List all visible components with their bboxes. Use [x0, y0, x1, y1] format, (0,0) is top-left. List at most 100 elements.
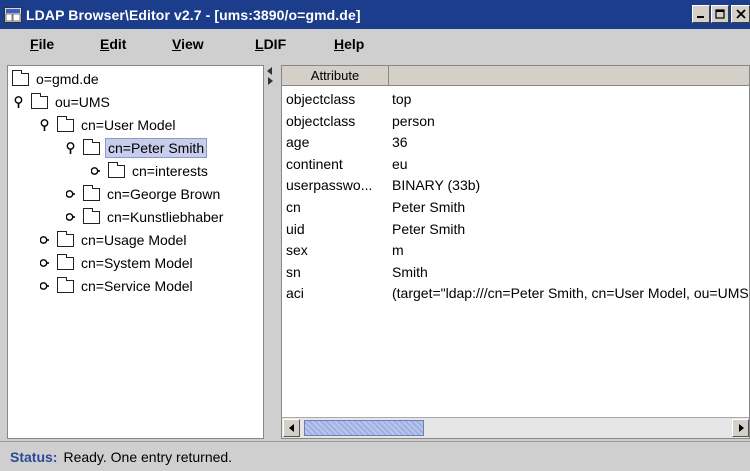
- folder-icon: [31, 92, 48, 109]
- scroll-left-button[interactable]: [283, 419, 300, 437]
- panel-splitter[interactable]: [264, 65, 275, 439]
- handle-collapsed-icon[interactable]: [66, 188, 75, 200]
- tree-node-label: cn=System Model: [81, 255, 193, 271]
- status-text: Ready. One entry returned.: [63, 448, 233, 465]
- attribute-value-cell[interactable]: eu: [392, 156, 408, 172]
- table-row[interactable]: sn Smith: [282, 261, 749, 283]
- maximize-button[interactable]: [711, 5, 729, 23]
- window-title: LDAP Browser\Editor v2.7 - [ums:3890/o=g…: [26, 6, 361, 23]
- folder-icon: [83, 138, 100, 155]
- handle-collapsed-icon[interactable]: [40, 257, 49, 269]
- horizontal-scrollbar[interactable]: [282, 417, 749, 438]
- tree-node-label: o=gmd.de: [36, 71, 99, 87]
- attribute-value-cell[interactable]: Smith: [392, 264, 428, 280]
- scroll-thumb[interactable]: [304, 420, 424, 436]
- handle-collapsed-icon[interactable]: [40, 280, 49, 292]
- tree-node-label: ou=UMS: [55, 94, 110, 110]
- tree-node-label: cn=Peter Smith: [105, 138, 208, 158]
- attribute-value-cell[interactable]: (target="ldap:///cn=Peter Smith, cn=User…: [392, 285, 749, 301]
- folder-icon: [57, 276, 74, 293]
- app-icon: [4, 6, 22, 23]
- attribute-name-cell: objectclass: [286, 91, 356, 107]
- table-row[interactable]: userpasswo... BINARY (33b): [282, 174, 749, 196]
- attribute-name-cell: aci: [286, 285, 304, 302]
- table-row[interactable]: age 36: [282, 131, 749, 153]
- tree-node-label: cn=User Model: [81, 117, 176, 133]
- handle-collapsed-icon[interactable]: [40, 234, 49, 246]
- attribute-value-cell[interactable]: m: [392, 242, 404, 258]
- folder-icon: [108, 161, 125, 178]
- tree-node[interactable]: cn=interests: [91, 160, 210, 182]
- arrow-right-icon: [738, 424, 744, 432]
- tree-node[interactable]: cn=Usage Model: [40, 229, 188, 251]
- app-window: LDAP Browser\Editor v2.7 - [ums:3890/o=g…: [0, 0, 750, 471]
- attribute-name-cell: userpasswo...: [286, 177, 373, 194]
- table-row[interactable]: aci (target="ldap:///cn=Peter Smith, cn=U…: [282, 282, 749, 304]
- tree-node[interactable]: ou=UMS: [14, 91, 112, 113]
- attribute-name-cell: sex: [286, 242, 308, 259]
- directory-tree[interactable]: o=gmd.de ou=UMS cn=User Model cn=Peter Smit…: [7, 65, 264, 439]
- tree-node[interactable]: cn=Kunstliebhaber: [66, 206, 225, 228]
- table-row[interactable]: continent eu: [282, 153, 749, 175]
- attribute-table[interactable]: Attribute objectclass top objectclass perso…: [281, 65, 750, 439]
- menu-help[interactable]: Help: [334, 36, 364, 52]
- folder-icon: [57, 253, 74, 270]
- column-header-attribute[interactable]: Attribute: [282, 66, 389, 85]
- arrow-left-icon: [288, 424, 294, 432]
- table-row[interactable]: objectclass top: [282, 88, 749, 110]
- tree-node[interactable]: cn=George Brown: [66, 183, 222, 205]
- tree-node-label: cn=George Brown: [107, 186, 221, 202]
- attribute-value-cell[interactable]: top: [392, 91, 411, 107]
- handle-collapsed-icon[interactable]: [91, 165, 100, 177]
- folder-icon: [57, 115, 74, 132]
- table-row[interactable]: uid Peter Smith: [282, 218, 749, 240]
- handle-expanded-icon[interactable]: [14, 96, 23, 108]
- folder-icon: [83, 207, 100, 224]
- tree-node-label: cn=interests: [132, 163, 208, 179]
- menu-edit[interactable]: Edit: [100, 36, 126, 52]
- attribute-value-cell[interactable]: Peter Smith: [392, 199, 465, 215]
- status-bar: Status: Ready. One entry returned.: [0, 441, 750, 471]
- menu-ldif[interactable]: LDIF: [255, 36, 286, 52]
- attribute-name-cell: objectclass: [286, 112, 356, 129]
- tree-node[interactable]: cn=Peter Smith: [66, 137, 208, 159]
- attribute-value-cell[interactable]: person: [392, 113, 435, 129]
- folder-icon: [83, 184, 100, 201]
- handle-expanded-icon[interactable]: [66, 142, 75, 154]
- tree-node[interactable]: o=gmd.de: [12, 68, 101, 90]
- folder-icon: [57, 230, 74, 247]
- table-header: Attribute: [282, 66, 749, 86]
- minimize-icon: [697, 16, 704, 18]
- table-row[interactable]: objectclass person: [282, 110, 749, 132]
- status-label: Status:: [10, 448, 58, 465]
- close-button[interactable]: [731, 5, 750, 23]
- collapse-right-icon[interactable]: [266, 77, 274, 85]
- menu-bar: File Edit View LDIF Help: [0, 29, 750, 58]
- attribute-name-cell: cn: [286, 199, 301, 215]
- tree-node[interactable]: cn=System Model: [40, 252, 195, 274]
- tree-node[interactable]: cn=Service Model: [40, 275, 195, 297]
- tree-node[interactable]: cn=User Model: [40, 114, 178, 136]
- tree-node-label: cn=Usage Model: [81, 232, 187, 248]
- tree-node-label: cn=Kunstliebhaber: [107, 209, 224, 225]
- table-row[interactable]: sex m: [282, 239, 749, 261]
- attribute-value-cell[interactable]: Peter Smith: [392, 221, 465, 237]
- attribute-value-cell[interactable]: 36: [392, 134, 408, 150]
- attribute-value-cell[interactable]: BINARY (33b): [392, 177, 480, 193]
- title-bar[interactable]: LDAP Browser\Editor v2.7 - [ums:3890/o=g…: [0, 0, 750, 29]
- tree-node-label: cn=Service Model: [81, 278, 193, 294]
- minimize-button[interactable]: [692, 5, 710, 23]
- scroll-right-button[interactable]: [732, 419, 749, 437]
- collapse-left-icon[interactable]: [266, 67, 274, 75]
- maximize-icon: [715, 9, 725, 19]
- attribute-name-cell: age: [286, 134, 310, 151]
- menu-view[interactable]: View: [172, 36, 204, 52]
- table-row[interactable]: cn Peter Smith: [282, 196, 749, 218]
- folder-icon: [12, 69, 29, 86]
- menu-file[interactable]: File: [30, 36, 54, 52]
- handle-collapsed-icon[interactable]: [66, 211, 75, 223]
- handle-expanded-icon[interactable]: [40, 119, 49, 131]
- close-icon: [735, 9, 746, 19]
- attribute-name-cell: uid: [286, 220, 305, 237]
- attribute-name-cell: continent: [286, 155, 343, 172]
